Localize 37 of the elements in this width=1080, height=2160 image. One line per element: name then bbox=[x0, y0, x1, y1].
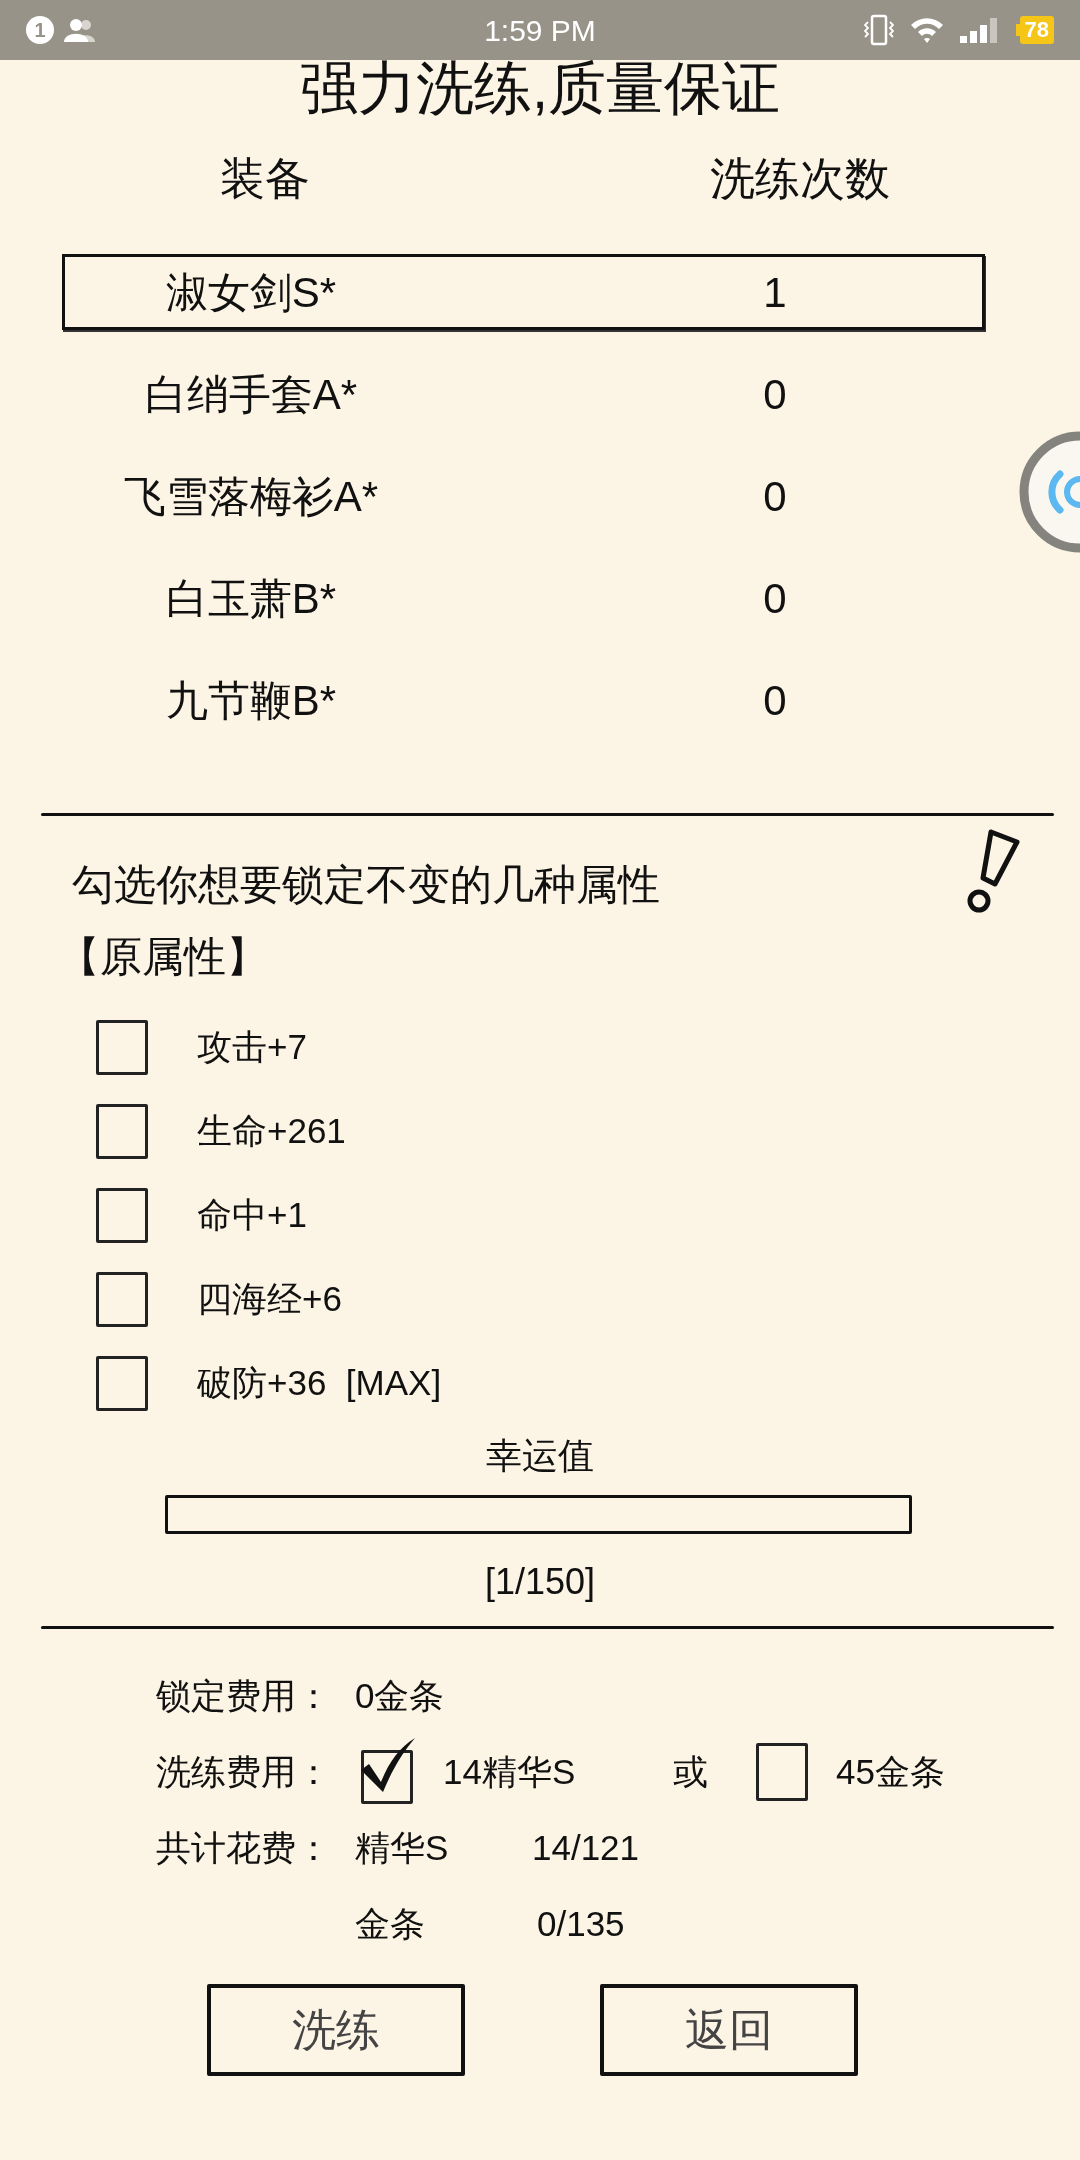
column-header: 洗练次数 bbox=[709, 151, 891, 206]
equipment-row[interactable]: 飞雪落梅衫A* 0 bbox=[62, 458, 985, 534]
luck-reading: [1/150] bbox=[483, 1560, 597, 1604]
notification-badge: 1 bbox=[26, 16, 54, 44]
action-button[interactable]: 洗练 bbox=[207, 1984, 465, 2076]
attribute-label: 命中+1 bbox=[197, 1193, 307, 1236]
option-label: 14精华S bbox=[443, 1750, 577, 1793]
currency-amount: 0/135 bbox=[537, 1902, 625, 1945]
vibrate-icon bbox=[863, 14, 894, 46]
currency-amount: 14/121 bbox=[532, 1826, 640, 1869]
equipment-row[interactable]: 淑女剑S* 1 bbox=[62, 254, 985, 330]
people-icon bbox=[64, 18, 98, 42]
group-label: 【原属性】 bbox=[57, 932, 269, 982]
attribute-label: 攻击+7 bbox=[197, 1025, 307, 1068]
cost-label: 洗练费用： bbox=[156, 1750, 332, 1793]
equipment-row[interactable]: 白绡手套A* 0 bbox=[62, 356, 985, 432]
cost-value: 0金条 bbox=[355, 1674, 445, 1717]
cost-label: 共计花费： bbox=[156, 1826, 332, 1869]
page-title: 强力洗练,质量保证 bbox=[298, 60, 782, 116]
attribute-label: 生命+261 bbox=[197, 1109, 346, 1152]
currency-name: 精华S bbox=[355, 1826, 450, 1869]
attribute-label: 四海经+6 bbox=[197, 1277, 342, 1320]
battery-level: 78 bbox=[1019, 16, 1054, 44]
currency-name: 金条 bbox=[355, 1902, 426, 1945]
equipment-row[interactable]: 白玉萧B* 0 bbox=[62, 560, 985, 636]
action-button[interactable]: 返回 bbox=[600, 1984, 858, 2076]
wifi-icon bbox=[909, 17, 944, 43]
attribute-label: 破防+36 [MAX] bbox=[197, 1361, 442, 1404]
status-time: 1:59 PM bbox=[483, 12, 597, 49]
equipment-row[interactable]: 九节鞭B* 0 bbox=[62, 662, 985, 738]
luck-label: 幸运值 bbox=[485, 1434, 595, 1478]
separator-text: 或 bbox=[673, 1750, 709, 1793]
lock-prompt: 勾选你想要锁定不变的几种属性 bbox=[72, 859, 660, 910]
option-label: 45金条 bbox=[836, 1750, 945, 1793]
signal-icon bbox=[959, 17, 1000, 43]
cost-label: 锁定费用： bbox=[156, 1674, 332, 1717]
column-header: 装备 bbox=[219, 151, 311, 206]
